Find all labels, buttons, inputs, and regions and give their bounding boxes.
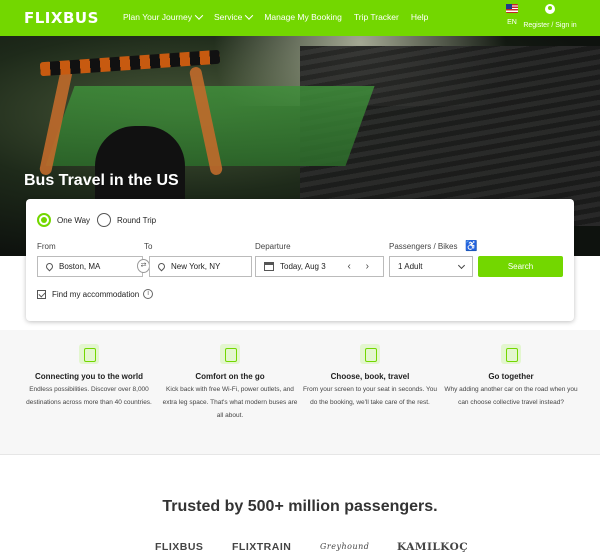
feature-text: From your screen to your seat in seconds…	[302, 386, 438, 406]
feature-text: Why adding another car on the road when …	[444, 386, 578, 406]
feature-comfort: Comfort on the go Kick back with free Wi…	[160, 344, 300, 422]
phone-icon	[360, 344, 380, 364]
chevron-down-icon	[194, 11, 204, 20]
radio-label: One Way	[57, 215, 91, 225]
feature-connecting: Connecting you to the world Endless poss…	[19, 344, 159, 409]
round-trip-radio[interactable]: Round Trip	[97, 213, 156, 227]
chevron-down-icon	[245, 11, 254, 20]
account-label: Register / Sign in	[523, 22, 577, 29]
date-arrows-icon[interactable]: ‹ ›	[348, 261, 375, 272]
feature-text: Kick back with free Wi-Fi, power outlets…	[162, 386, 298, 419]
passengers-value: 1 Adult	[398, 262, 423, 271]
radio-label: Round Trip	[117, 215, 157, 225]
nav-service[interactable]: Service	[214, 11, 254, 22]
user-icon	[545, 4, 555, 14]
passengers-select[interactable]: 1 Adult	[389, 256, 473, 277]
bus-icon	[220, 344, 240, 364]
radio-selected-icon	[37, 213, 51, 227]
group-icon	[501, 344, 521, 364]
one-way-radio[interactable]: One Way	[37, 213, 90, 227]
feature-choose-book: Choose, book, travel From your screen to…	[300, 344, 440, 409]
nav-label: Manage My Booking	[264, 12, 342, 22]
brand-logos: FLIXBUS FLIXTRAIN Greyhound KAMILKOÇ	[0, 538, 600, 556]
radio-unselected-icon	[97, 213, 111, 227]
departure-label: Departure	[255, 242, 291, 251]
departure-value: Today, Aug 3	[280, 262, 326, 271]
location-pin-icon	[156, 261, 167, 272]
search-button[interactable]: Search	[478, 256, 563, 277]
feature-title: Choose, book, travel	[330, 372, 410, 381]
features-section: Connecting you to the world Endless poss…	[0, 330, 600, 454]
info-icon[interactable]: i	[143, 289, 154, 299]
from-value: Boston, MA	[59, 262, 101, 271]
nav-help[interactable]: Help	[411, 12, 428, 22]
from-input[interactable]: Boston, MA	[37, 256, 143, 277]
feature-title: Go together	[488, 372, 534, 381]
greyhound-brand-logo: Greyhound	[320, 542, 370, 551]
location-pin-icon	[44, 261, 55, 272]
search-card: One Way Round Trip From To Departure Pas…	[26, 199, 574, 321]
nav-label: Plan Your Journey	[123, 12, 192, 22]
nav-plan-your-journey[interactable]: Plan Your Journey	[123, 11, 204, 22]
passengers-label: Passengers / Bikes	[389, 242, 458, 251]
nav-label: Trip Tracker	[353, 12, 399, 22]
site-header: FLIXBUS Plan Your Journey Service Manage…	[0, 0, 600, 36]
flixbus-brand-logo: FLIXBUS	[155, 541, 204, 553]
feature-title: Comfort on the go	[195, 372, 265, 381]
feature-title: Connecting you to the world	[35, 372, 143, 381]
chevron-down-icon	[457, 261, 466, 270]
from-label: From	[37, 242, 56, 251]
language-selector[interactable]: EN	[503, 4, 521, 26]
flixbus-logo[interactable]: FLIXBUS	[24, 9, 99, 27]
to-input[interactable]: New York, NY	[149, 256, 252, 277]
to-label: To	[144, 242, 153, 251]
kamilkoc-brand-logo: KAMILKOÇ	[397, 541, 469, 553]
feature-text: Endless possibilities. Discover over 8,0…	[26, 386, 152, 406]
checkbox-checked-icon	[37, 289, 46, 299]
find-accommodation-checkbox[interactable]: Find my accommodation i	[37, 289, 154, 299]
language-label: EN	[507, 19, 517, 26]
feature-go-together: Go together Why adding another car on th…	[441, 344, 581, 409]
account-link[interactable]: Register / Sign in	[520, 4, 580, 29]
to-value: New York, NY	[171, 262, 221, 271]
departure-date-field[interactable]: Today, Aug 3 ‹ ›	[255, 256, 384, 277]
us-flag-icon	[506, 4, 518, 13]
wheelchair-icon[interactable]: ♿	[465, 241, 477, 252]
hero-title: Bus Travel in the US	[24, 172, 179, 189]
nav-trip-tracker[interactable]: Trip Tracker	[354, 12, 399, 22]
globe-phone-icon	[79, 344, 99, 364]
nav-label: Service	[214, 12, 243, 22]
section-divider	[0, 454, 600, 455]
main-nav: Plan Your Journey Service Manage My Book…	[123, 11, 440, 22]
checkbox-label: Find my accommodation	[52, 289, 140, 299]
trusted-heading: Trusted by 500+ million passengers.	[162, 498, 438, 515]
nav-label: Help	[410, 12, 429, 22]
calendar-icon	[264, 262, 274, 271]
flixtrain-brand-logo: FLIXTRAIN	[232, 541, 292, 553]
nav-manage-my-booking[interactable]: Manage My Booking	[264, 12, 342, 22]
